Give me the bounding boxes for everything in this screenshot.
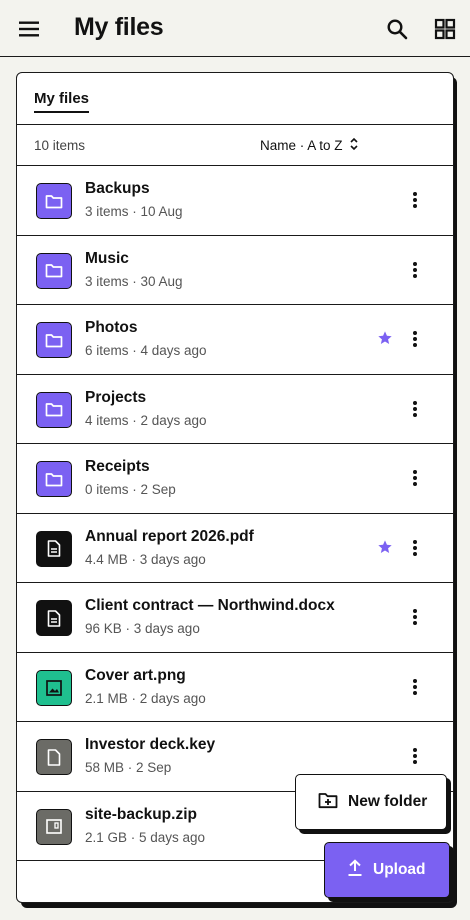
file-meta: 4.4 MB · 3 days ago <box>85 551 206 567</box>
upload-icon <box>347 858 363 882</box>
folder-icon <box>36 322 72 358</box>
file-meta: 6 items · 4 days ago <box>85 343 207 358</box>
sort-label: Name · A to Z <box>260 138 343 153</box>
upload-button[interactable]: Upload <box>324 842 450 898</box>
file-name: Photos <box>85 319 138 336</box>
star-icon[interactable] <box>377 539 395 557</box>
more-options-icon[interactable] <box>405 256 425 284</box>
list-item[interactable]: Backups 3 items · 10 Aug <box>17 166 453 236</box>
page-title: My files <box>74 13 164 41</box>
file-name: Backups <box>85 180 150 197</box>
star-icon[interactable] <box>377 330 395 348</box>
search-icon[interactable] <box>383 15 411 43</box>
more-options-icon[interactable] <box>405 395 425 423</box>
grid-view-icon[interactable] <box>431 15 459 43</box>
file-meta: 58 MB · 2 Sep <box>85 760 172 775</box>
more-options-icon[interactable] <box>405 673 425 701</box>
file-meta: 3 items · 10 Aug <box>85 204 183 219</box>
more-options-icon[interactable] <box>405 325 425 353</box>
more-options-icon[interactable] <box>405 186 425 214</box>
folder-icon <box>36 461 72 497</box>
file-meta: 2.1 MB · 2 days ago <box>85 690 206 706</box>
list-item[interactable]: Cover art.png 2.1 MB · 2 days ago <box>17 653 453 722</box>
file-name: Cover art.png <box>85 666 186 684</box>
list-item[interactable]: Client contract — Northwind.docx 96 KB · … <box>17 583 453 653</box>
file-name: site-backup.zip <box>85 805 197 823</box>
more-options-icon[interactable] <box>405 603 425 631</box>
image-icon <box>36 669 72 706</box>
file-name: Client contract — Northwind.docx <box>85 597 335 614</box>
file-icon <box>36 739 72 775</box>
file-meta: 3 items · 30 Aug <box>85 273 183 289</box>
tab-my-files[interactable]: My files <box>34 90 90 113</box>
menu-icon[interactable] <box>16 16 42 42</box>
new-folder-button[interactable]: New folder <box>295 774 447 830</box>
list-item[interactable]: Annual report 2026.pdf 4.4 MB · 3 days ag… <box>17 514 453 583</box>
file-list: Backups 3 items · 10 Aug Music 3 items · 30… <box>17 166 453 861</box>
list-item[interactable]: Photos 6 items · 4 days ago <box>17 305 453 375</box>
app-bar: My files <box>0 0 470 57</box>
file-name: Music <box>85 249 129 267</box>
more-options-icon[interactable] <box>405 464 425 492</box>
file-name: Receipts <box>85 458 150 475</box>
new-folder-icon <box>318 791 338 814</box>
folder-icon <box>36 391 72 428</box>
new-folder-label: New folder <box>348 793 428 810</box>
document-icon <box>36 600 72 636</box>
sort-button[interactable]: Name · A to Z <box>260 137 359 154</box>
folder-icon <box>36 252 72 289</box>
file-meta: 2.1 GB · 5 days ago <box>85 829 206 845</box>
sort-toggle-icon <box>349 137 359 154</box>
list-item[interactable]: Music 3 items · 30 Aug <box>17 236 453 305</box>
more-options-icon[interactable] <box>405 742 425 770</box>
list-header: 10 items Name · A to Z <box>17 125 453 166</box>
folder-icon <box>36 183 72 219</box>
list-item[interactable]: Receipts 0 items · 2 Sep <box>17 444 453 514</box>
archive-icon <box>36 808 72 845</box>
file-name: Investor deck.key <box>85 736 216 753</box>
tab-bar: My files <box>17 73 453 125</box>
more-options-icon[interactable] <box>405 534 425 562</box>
file-meta: 4 items · 2 days ago <box>85 412 207 428</box>
file-name: Annual report 2026.pdf <box>85 527 254 545</box>
file-meta: 0 items · 2 Sep <box>85 482 176 497</box>
item-count: 10 items <box>34 138 86 153</box>
document-icon <box>36 530 72 567</box>
upload-label: Upload <box>373 861 426 878</box>
file-name: Projects <box>85 388 147 406</box>
list-item[interactable]: Projects 4 items · 2 days ago <box>17 375 453 444</box>
file-meta: 96 KB · 3 days ago <box>85 621 200 636</box>
